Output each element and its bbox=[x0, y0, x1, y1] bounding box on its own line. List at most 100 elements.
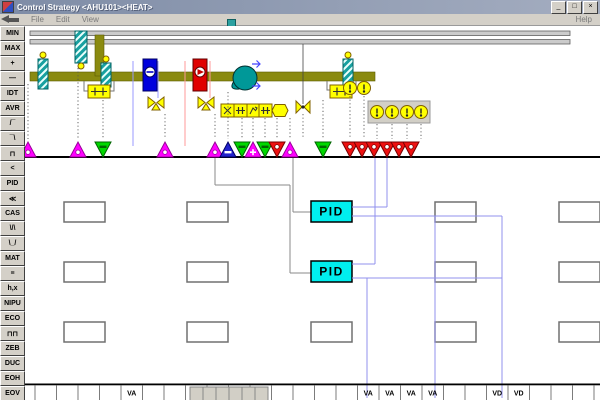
minimize-button[interactable]: _ bbox=[551, 1, 566, 14]
damper-recirculation[interactable] bbox=[101, 63, 111, 87]
empty-block[interactable] bbox=[559, 202, 600, 222]
double-chevron-icon-button[interactable]: ≪ bbox=[0, 191, 25, 206]
damper-outside-air[interactable] bbox=[38, 59, 48, 89]
menu-help[interactable]: Help bbox=[568, 15, 600, 24]
dip-icon-button[interactable]: \_/ bbox=[0, 236, 25, 251]
terminal-blue-up[interactable] bbox=[220, 142, 236, 157]
avr-button[interactable]: AVR bbox=[0, 101, 25, 116]
empty-block[interactable] bbox=[559, 322, 600, 342]
terminal-magenta-up[interactable] bbox=[157, 142, 173, 157]
empty-block[interactable] bbox=[435, 322, 476, 342]
square-wave-icon-button[interactable]: ⊓⊓ bbox=[0, 326, 25, 341]
heating-valve[interactable] bbox=[198, 97, 214, 110]
cooling-valve[interactable] bbox=[148, 97, 164, 110]
terminal-mark-circle bbox=[76, 150, 80, 154]
cooling-coil[interactable] bbox=[143, 59, 157, 91]
panel-sensor-2[interactable] bbox=[386, 106, 399, 119]
plus-button[interactable]: + bbox=[0, 56, 25, 71]
diagram-svg: PID PID VAVAVAVAVAVDVD bbox=[25, 26, 600, 400]
terminal-mark-minus bbox=[100, 146, 107, 148]
io-strip[interactable]: VAVAVAVAVAVDVD bbox=[35, 386, 594, 400]
panel-sensor-4[interactable] bbox=[415, 106, 428, 119]
nipu-button[interactable]: NIPU bbox=[0, 296, 25, 311]
zeb-button[interactable]: ZEB bbox=[0, 341, 25, 356]
eco-button[interactable]: ECO bbox=[0, 311, 25, 326]
close-button[interactable]: × bbox=[583, 1, 598, 14]
strategy-canvas[interactable]: PID PID VAVAVAVAVAVDVD bbox=[25, 26, 600, 400]
heating-coil[interactable] bbox=[193, 59, 207, 91]
terminal-baseline bbox=[25, 156, 600, 158]
terminal-magenta-up[interactable] bbox=[70, 142, 86, 157]
empty-block[interactable] bbox=[435, 202, 476, 222]
terminal-magenta-up[interactable] bbox=[25, 142, 36, 157]
terminal-red-down[interactable] bbox=[366, 142, 382, 157]
hx-button[interactable]: h,x bbox=[0, 281, 25, 296]
terminal-mark-minus bbox=[239, 146, 246, 148]
empty-block[interactable] bbox=[187, 202, 228, 222]
empty-block[interactable] bbox=[64, 202, 105, 222]
arrow-icon bbox=[247, 104, 260, 117]
menu-edit[interactable]: Edit bbox=[50, 15, 76, 24]
empty-block[interactable] bbox=[64, 262, 105, 282]
eov-button[interactable]: EOV bbox=[0, 386, 25, 400]
panel-sensor-3[interactable] bbox=[401, 106, 414, 119]
terminal-row bbox=[25, 142, 419, 157]
duct-sensor-temp[interactable] bbox=[344, 82, 357, 95]
terminal-red-down[interactable] bbox=[403, 142, 419, 157]
logic-icon-row[interactable] bbox=[221, 104, 288, 117]
io-cell-label: VD bbox=[514, 391, 524, 398]
compare-icon-button[interactable]: < bbox=[0, 161, 25, 176]
cas-button[interactable]: CAS bbox=[0, 206, 25, 221]
terminal-shape bbox=[25, 142, 36, 157]
hexagon-icon bbox=[272, 105, 288, 117]
io-strip-gray-panel bbox=[190, 387, 268, 400]
pulse-icon-button[interactable]: ⊓ bbox=[0, 146, 25, 161]
terminal-red-down[interactable] bbox=[269, 142, 285, 157]
empty-block[interactable] bbox=[187, 322, 228, 342]
zigzag-icon-button[interactable]: \/\ bbox=[0, 221, 25, 236]
filter-dp-switch-1[interactable] bbox=[88, 85, 110, 98]
block-toolbar: MINMAX+—IDTAVR/¯¯\⊓<PID≪CAS\/\\_/MAT≡h,x… bbox=[0, 26, 25, 400]
terminal-magenta-up[interactable] bbox=[282, 142, 298, 157]
air-channel-top bbox=[30, 31, 570, 36]
min-button[interactable]: MIN bbox=[0, 26, 25, 41]
eoh-button[interactable]: EOH bbox=[0, 371, 25, 386]
terminal-shape bbox=[220, 142, 236, 157]
empty-block[interactable] bbox=[187, 262, 228, 282]
terminal-mark-circle bbox=[288, 150, 292, 154]
back-arrow-icon[interactable] bbox=[1, 15, 21, 24]
restore-button[interactable]: □ bbox=[567, 1, 582, 14]
damper-exhaust[interactable] bbox=[75, 31, 87, 63]
duc-button[interactable]: DUC bbox=[0, 356, 25, 371]
damper-supply[interactable] bbox=[343, 59, 353, 85]
empty-block[interactable] bbox=[435, 262, 476, 282]
terminal-mark-circle bbox=[360, 145, 364, 149]
io-cell-label: VA bbox=[364, 391, 373, 398]
app-icon bbox=[2, 1, 14, 13]
pid-button[interactable]: PID bbox=[0, 176, 25, 191]
pid-block-2[interactable]: PID bbox=[311, 261, 352, 282]
empty-block[interactable] bbox=[311, 322, 352, 342]
terminal-green-down[interactable] bbox=[95, 142, 111, 157]
empty-block[interactable] bbox=[64, 322, 105, 342]
idt-button[interactable]: IDT bbox=[0, 86, 25, 101]
menu-view[interactable]: View bbox=[76, 15, 105, 24]
purple-wires bbox=[352, 158, 502, 398]
max-button[interactable]: MAX bbox=[0, 41, 25, 56]
terminal-magenta-up[interactable] bbox=[207, 142, 223, 157]
ramp-up-icon-button[interactable]: /¯ bbox=[0, 116, 25, 131]
filter-bracket-left bbox=[84, 81, 88, 91]
menu-file[interactable]: File bbox=[25, 15, 50, 24]
pid-2-label: PID bbox=[319, 265, 344, 279]
mat-button[interactable]: MAT bbox=[0, 251, 25, 266]
chart-icon-button[interactable]: ≡ bbox=[0, 266, 25, 281]
pid-block-1[interactable]: PID bbox=[311, 201, 352, 222]
panel-sensor-1[interactable] bbox=[371, 106, 384, 119]
ramp-down-icon-button[interactable]: ¯\ bbox=[0, 131, 25, 146]
empty-block[interactable] bbox=[559, 262, 600, 282]
duct-sensor-humidity[interactable] bbox=[358, 82, 371, 95]
window-title: Control Strategy <AHU101><HEAT> bbox=[17, 3, 152, 12]
title-bar[interactable]: Control Strategy <AHU101><HEAT> _□× bbox=[0, 0, 600, 14]
minus-button[interactable]: — bbox=[0, 71, 25, 86]
terminal-green-down[interactable] bbox=[315, 142, 331, 157]
